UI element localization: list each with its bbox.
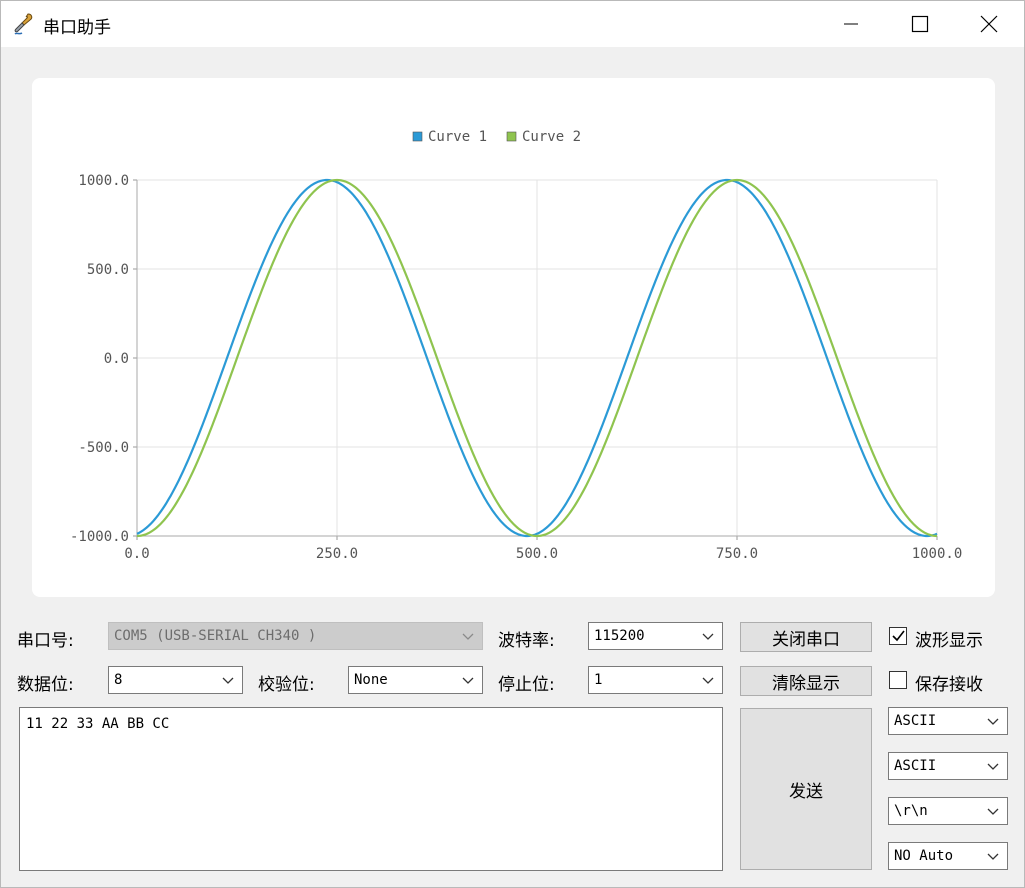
x-tick-label: 0.0 — [124, 546, 149, 562]
x-tick-label: 250.0 — [316, 546, 358, 562]
y-tick-label: 1000.0 — [78, 173, 129, 189]
chart-legend: Curve 1 Curve 2 — [412, 129, 581, 145]
waveform-display-checkbox[interactable] — [889, 627, 907, 645]
legend-swatch — [506, 131, 517, 142]
port-select: COM5 (USB-SERIAL CH340 ) — [108, 622, 483, 650]
close-port-button[interactable]: 关闭串口 — [740, 622, 872, 652]
x-tick-label: 1000.0 — [912, 546, 963, 562]
chevron-down-icon — [987, 853, 999, 860]
save-receive-label: 保存接收 — [915, 675, 983, 695]
line-ending-value: \r\n — [894, 803, 928, 819]
maximize-button[interactable] — [885, 1, 955, 47]
clear-display-button[interactable]: 清除显示 — [740, 666, 872, 696]
data-bits-value: 8 — [114, 672, 123, 688]
app-icon — [14, 13, 33, 35]
chevron-down-icon — [462, 677, 474, 684]
receive-format-value: ASCII — [894, 713, 937, 729]
x-tick-label: 500.0 — [516, 546, 558, 562]
stop-bits-value: 1 — [594, 672, 603, 688]
close-button[interactable] — [954, 1, 1024, 47]
baud-select[interactable]: 115200 — [588, 622, 723, 650]
parity-label: 校验位: — [258, 675, 315, 695]
minimize-button[interactable] — [816, 1, 886, 47]
legend-label: Curve 2 — [522, 129, 581, 145]
maximize-icon — [911, 15, 929, 33]
chevron-down-icon — [987, 763, 999, 770]
close-icon — [980, 15, 998, 33]
serial-assistant-window: 串口助手 Curve 1 Curve 2 0.0 250.0 500.0 750.0 10… — [0, 0, 1025, 888]
y-tick-label: 500.0 — [87, 262, 129, 278]
waveform-display-label: 波形显示 — [915, 631, 983, 651]
send-button[interactable]: 发送 — [740, 708, 872, 870]
auto-send-value: NO Auto — [894, 848, 954, 864]
save-receive-checkbox[interactable] — [889, 671, 907, 689]
legend-swatch — [412, 131, 423, 142]
chart-grid — [133, 179, 938, 540]
data-bits-select[interactable]: 8 — [108, 666, 243, 694]
chevron-down-icon — [702, 633, 714, 640]
legend-label: Curve 1 — [428, 129, 487, 145]
x-tick-label: 750.0 — [716, 546, 758, 562]
minimize-icon — [844, 23, 858, 25]
title-bar: 串口助手 — [1, 1, 1024, 47]
baud-label: 波特率: — [498, 631, 555, 651]
parity-select[interactable]: None — [348, 666, 483, 694]
window-title: 串口助手 — [43, 18, 111, 38]
send-format-value: ASCII — [894, 758, 937, 774]
y-tick-label: -1000.0 — [70, 529, 129, 545]
waveform-chart: Curve 1 Curve 2 0.0 250.0 500.0 750.0 1000.0 1… — [70, 129, 962, 562]
stop-bits-select[interactable]: 1 — [588, 666, 723, 694]
auto-send-select[interactable]: NO Auto — [888, 842, 1008, 870]
send-format-select[interactable]: ASCII — [888, 752, 1008, 780]
line-ending-select[interactable]: \r\n — [888, 797, 1008, 825]
data-bits-label: 数据位: — [17, 675, 74, 695]
chevron-down-icon — [222, 677, 234, 684]
chevron-down-icon — [987, 718, 999, 725]
y-tick-label: -500.0 — [78, 440, 129, 456]
checkmark-icon — [892, 630, 905, 642]
parity-value: None — [354, 672, 388, 688]
send-text-input[interactable]: 11 22 33 AA BB CC — [19, 707, 723, 871]
port-label: 串口号: — [17, 631, 74, 651]
port-value: COM5 (USB-SERIAL CH340 ) — [114, 628, 317, 644]
y-tick-label: 0.0 — [104, 351, 129, 367]
receive-format-select[interactable]: ASCII — [888, 707, 1008, 735]
baud-value: 115200 — [594, 628, 645, 644]
chevron-down-icon — [462, 633, 474, 640]
chevron-down-icon — [987, 808, 999, 815]
stop-bits-label: 停止位: — [498, 675, 555, 695]
waveform-chart-panel: Curve 1 Curve 2 0.0 250.0 500.0 750.0 1000.0 1… — [32, 78, 995, 597]
chevron-down-icon — [702, 677, 714, 684]
chart-ticks: 0.0 250.0 500.0 750.0 1000.0 1000.0 500.0 0.0 -5… — [70, 173, 962, 562]
